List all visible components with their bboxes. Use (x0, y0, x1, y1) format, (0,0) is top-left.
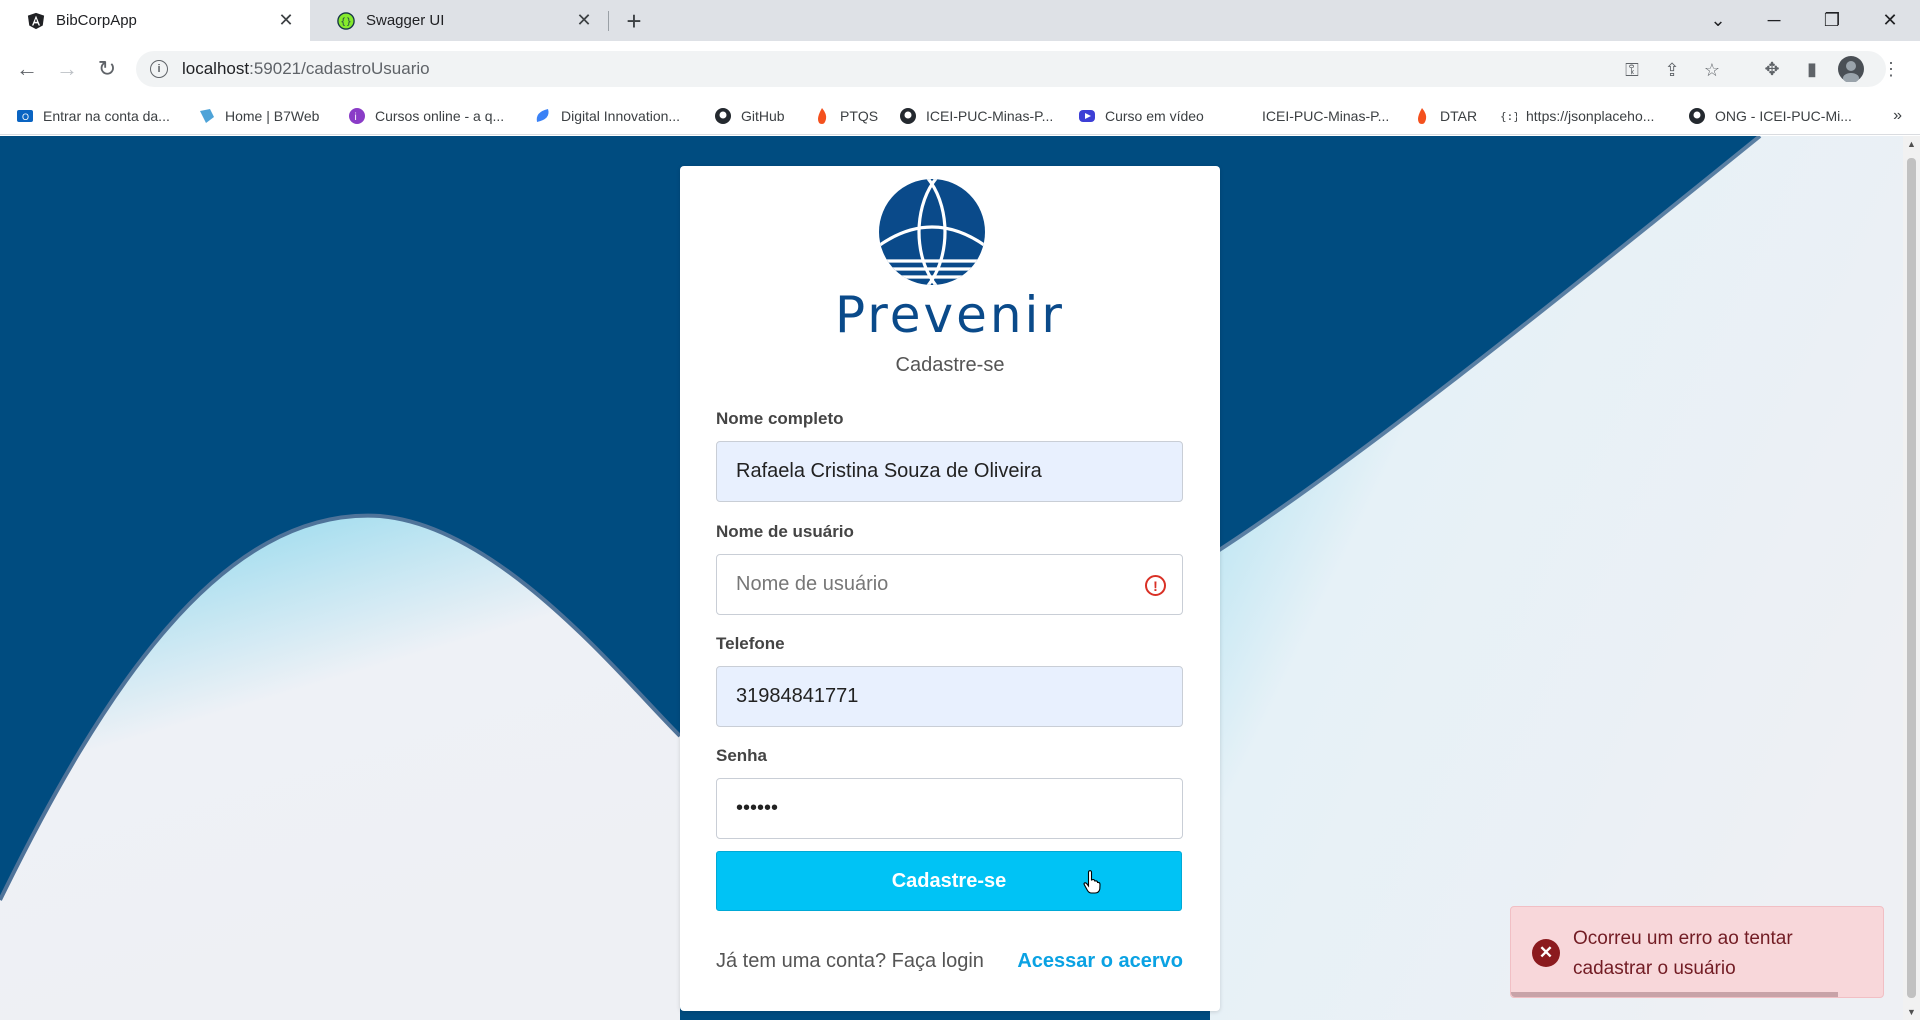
tab-title: BibCorpApp (56, 12, 137, 29)
swagger-icon: {} (336, 11, 356, 31)
star-icon[interactable]: ☆ (1701, 59, 1723, 81)
full-name-input[interactable]: Rafaela Cristina Souza de Oliveira (716, 441, 1183, 502)
tab-swagger[interactable]: {} Swagger UI ✕ (310, 0, 608, 41)
minimize-icon[interactable]: ─ (1746, 0, 1802, 41)
phone-input[interactable]: 31984841771 (716, 666, 1183, 727)
cursos-icon: i (348, 107, 366, 125)
password-input[interactable]: •••••• (716, 778, 1183, 839)
key-icon[interactable]: ⚿ (1621, 59, 1643, 81)
extensions-icon[interactable]: ✥ (1757, 54, 1787, 84)
cursoemvideo-icon (1078, 107, 1096, 125)
username-input[interactable]: Nome de usuário ! (716, 554, 1183, 615)
bookmark-item[interactable]: i Cursos online - a q... (348, 97, 504, 135)
avatar[interactable] (1836, 54, 1866, 84)
access-collection-link[interactable]: Acessar o acervo (1017, 950, 1183, 973)
new-tab-icon[interactable]: + (620, 6, 648, 36)
toast-progress-bar (1511, 992, 1839, 997)
github-icon (1688, 107, 1706, 125)
close-tab-icon[interactable]: ✕ (274, 9, 298, 33)
github-icon (714, 107, 732, 125)
bookmarks-overflow-icon[interactable]: » (1893, 97, 1902, 135)
reload-icon[interactable]: ↻ (91, 53, 123, 85)
toast-message: Ocorreu um erro ao tentar cadastrar o us… (1573, 928, 1793, 979)
signup-card: Prevenir Cadastre-se Nome completo Rafae… (680, 166, 1220, 1011)
forward-icon[interactable]: → (51, 53, 83, 85)
full-name-label: Nome completo (716, 409, 844, 428)
username-label: Nome de usuário (716, 522, 854, 541)
svg-text:O: O (22, 112, 29, 122)
outlook-icon: O (16, 107, 34, 125)
url-text[interactable]: localhost:59021/cadastroUsuario (182, 59, 430, 79)
phone-label: Telefone (716, 634, 785, 653)
bookmark-item[interactable]: Digital Innovation... (534, 97, 680, 135)
brand-name: Prevenir (835, 286, 1065, 344)
tab-strip: BibCorpApp ✕ {} Swagger UI ✕ + ⌄ ─ ❐ ✕ (0, 0, 1920, 41)
tab-bibcorpapp[interactable]: BibCorpApp ✕ (0, 0, 310, 41)
browser-toolbar: ← → ↻ i localhost:59021/cadastroUsuario … (0, 41, 1920, 97)
bookmarks-bar: O Entrar na conta da... Home | B7Web i C… (0, 97, 1920, 135)
scroll-down-icon[interactable]: ▼ (1906, 1007, 1917, 1017)
menu-kebab-icon[interactable]: ⋮ (1876, 54, 1906, 84)
tab-search-icon[interactable]: ⌄ (1690, 0, 1746, 41)
password-label: Senha (716, 746, 768, 765)
bookmark-item[interactable]: Curso em vídeo (1078, 97, 1204, 135)
bookmark-item[interactable]: ICEI-PUC-Minas-P... (1262, 97, 1389, 135)
svg-text:{}: {} (340, 17, 351, 27)
back-icon[interactable]: ← (11, 53, 43, 85)
svg-text:{:}: {:} (1500, 110, 1517, 123)
login-prompt: Já tem uma conta? Faça login (716, 950, 984, 972)
bookmark-item[interactable]: GitHub (714, 97, 785, 135)
bookmark-item[interactable]: PTQS (813, 97, 878, 135)
error-x-icon: ✕ (1532, 939, 1560, 967)
angular-icon (26, 11, 46, 31)
bookmark-item[interactable]: ONG - ICEI-PUC-Mi... (1688, 97, 1852, 135)
close-window-icon[interactable]: ✕ (1862, 0, 1918, 41)
signup-button[interactable]: Cadastre-se (716, 851, 1182, 911)
bookmark-item[interactable]: O Entrar na conta da... (16, 97, 170, 135)
scroll-up-icon[interactable]: ▲ (1906, 139, 1917, 149)
bookmark-item[interactable]: {:} https://jsonplaceho... (1499, 97, 1654, 135)
flame-icon (1413, 107, 1431, 125)
error-icon: ! (1145, 575, 1166, 596)
address-bar[interactable]: i localhost:59021/cadastroUsuario ⚿ ⇪ ☆ (136, 51, 1886, 87)
page-title: Cadastre-se (895, 354, 1005, 376)
side-panel-icon[interactable]: ▮ (1797, 54, 1827, 84)
bookmark-item[interactable]: Home | B7Web (198, 97, 319, 135)
site-info-icon[interactable]: i (150, 60, 168, 78)
tab-separator (608, 11, 609, 31)
b7web-icon (198, 107, 216, 125)
close-tab-icon[interactable]: ✕ (572, 9, 596, 33)
bookmark-item[interactable]: DTAR (1413, 97, 1477, 135)
svg-text:i: i (355, 112, 357, 123)
error-toast[interactable]: ✕ Ocorreu um erro ao tentar cadastrar o … (1510, 906, 1884, 998)
hand-cursor-icon (1083, 870, 1101, 894)
jsonplaceholder-icon: {:} (1499, 107, 1517, 125)
bookmark-item[interactable]: ICEI-PUC-Minas-P... (899, 97, 1053, 135)
tab-title: Swagger UI (366, 12, 445, 29)
dio-icon (534, 107, 552, 125)
prevenir-logo-icon (879, 179, 985, 285)
share-icon[interactable]: ⇪ (1661, 59, 1683, 81)
page-scrollbar[interactable]: ▲ ▼ (1903, 136, 1920, 1020)
github-icon (899, 107, 917, 125)
restore-icon[interactable]: ❐ (1804, 0, 1860, 41)
flame-icon (813, 107, 831, 125)
scrollbar-thumb[interactable] (1907, 158, 1916, 998)
